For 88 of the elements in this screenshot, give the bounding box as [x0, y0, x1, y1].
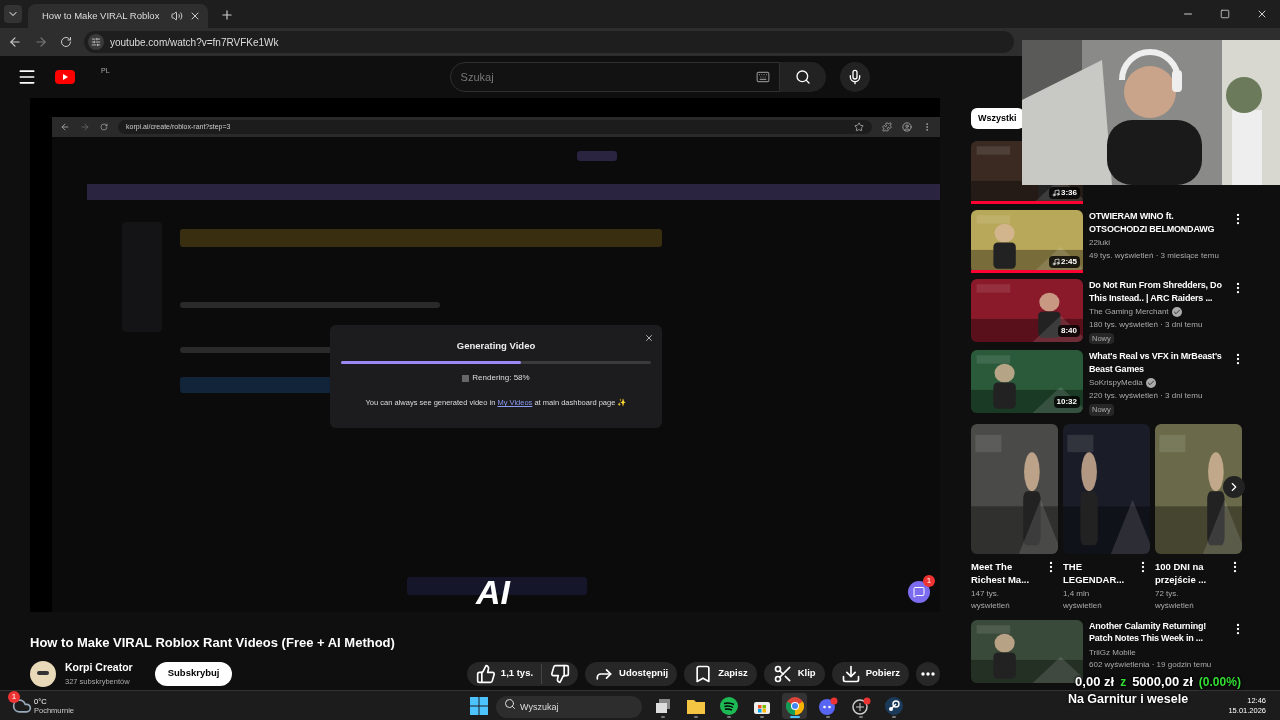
chat-button[interactable]	[908, 581, 930, 603]
donation-percent: (0.00%)	[1198, 675, 1241, 690]
channel-name[interactable]: Korpi Creator	[65, 660, 133, 676]
inner-back-icon	[60, 122, 70, 132]
windows-start-icon[interactable]	[470, 696, 489, 715]
address-bar[interactable]: youtube.com/watch?v=fn7RVFKe1Wk	[84, 31, 1014, 53]
video-title[interactable]: Another Calamity Returning! Patch Notes This Week in ...	[1089, 619, 1225, 645]
filter-chip[interactable]: Wszystki	[971, 108, 1024, 129]
donation-label: Na Garnitur i wesele	[1067, 691, 1189, 708]
short-views: 147 tys. wyświetleń	[971, 587, 1011, 612]
donation-goal: 5000,00 zł	[1132, 674, 1193, 689]
channel-name[interactable]: TriiGz Mobile	[1089, 646, 1225, 659]
caption-text: AI	[476, 572, 510, 613]
inner-star-icon	[854, 122, 864, 132]
new-tab-icon[interactable]	[220, 8, 234, 22]
search-icon	[794, 69, 811, 85]
channel-name[interactable]: The Gaming Merchant	[1089, 306, 1169, 318]
inner-forward-icon	[80, 122, 90, 132]
voice-search-button[interactable]	[839, 62, 870, 92]
discord-icon	[817, 696, 838, 715]
taskbar-app-button[interactable]	[782, 692, 808, 719]
video-title[interactable]: What's Real vs VFX in MrBeast's Beast Games	[1089, 350, 1225, 376]
donation-current: 0,00 zł	[1075, 674, 1115, 689]
thumbs-down-icon	[550, 663, 571, 684]
short-views: 1,4 mln wyświetleń	[1063, 587, 1103, 612]
more-button[interactable]	[916, 661, 940, 686]
short-title[interactable]: 100 DNI na przejście ...	[1155, 559, 1228, 586]
subscribe-button[interactable]: Subskrybuj	[154, 661, 233, 686]
modal-title: Generating Video	[456, 339, 536, 353]
windows-stack-icon	[653, 696, 672, 715]
video-meta: 49 tys. wyświetleń · 3 miesiące temu	[1089, 250, 1219, 262]
maximize-icon[interactable]	[1220, 9, 1230, 19]
inner-profile-icon	[902, 122, 912, 132]
folder-icon	[686, 697, 705, 714]
steam-icon	[884, 696, 903, 715]
reload-icon[interactable]	[60, 36, 72, 48]
chrome-icon	[785, 696, 804, 715]
keyboard-icon[interactable]	[755, 70, 770, 84]
short-title[interactable]: THE LEGENDAR...	[1063, 559, 1136, 586]
video-title[interactable]: Do Not Run From Shredders, Do This Instead.. | ARC Raiders ...	[1089, 279, 1225, 304]
short-views: 72 tys. wyświetleń	[1155, 587, 1195, 612]
search-button[interactable]	[779, 62, 826, 92]
duration-badge: 2:45	[1049, 256, 1080, 268]
back-icon[interactable]	[8, 35, 22, 49]
close-icon[interactable]	[644, 333, 654, 343]
video-meta: 180 tys. wyświetleń · 3 dni temu	[1089, 319, 1203, 331]
weather-badge: 1	[8, 690, 20, 703]
donation-separator: z	[1120, 675, 1127, 690]
channel-name[interactable]: SoKrispyMedia	[1089, 377, 1143, 390]
video-meta: 602 wyświetlenia · 19 godzin temu	[1089, 658, 1213, 671]
thumbs-up-icon	[475, 663, 496, 684]
inner-extensions-icon	[882, 122, 892, 132]
duration-badge: 10:32	[1053, 396, 1080, 409]
scissors-icon	[772, 663, 793, 684]
like-button[interactable]: 1,1 tys.	[466, 663, 543, 684]
speaker-icon	[171, 10, 184, 22]
more-icon	[921, 671, 935, 676]
clip-button[interactable]: Klip	[763, 661, 825, 686]
tab-title: How to Make VIRAL Roblox	[42, 8, 160, 23]
channel-avatar[interactable]	[30, 660, 56, 687]
share-button[interactable]: Udostępnij	[585, 661, 678, 686]
chat-icon	[913, 586, 925, 598]
video-title[interactable]: OTWIERAM WINO ft. OTSOCHODZI BELMONDAWG	[1089, 210, 1225, 235]
inner-reload-icon	[100, 123, 108, 131]
save-button[interactable]: Zapisz	[684, 661, 757, 686]
video-meta: 220 tys. wyświetleń · 3 dni temu	[1089, 390, 1203, 403]
search-field[interactable]: Szukaj	[449, 62, 780, 92]
spotify-icon	[719, 696, 738, 715]
search-icon	[504, 698, 517, 710]
tab-list-button[interactable]	[4, 5, 22, 23]
download-button[interactable]: Pobierz	[831, 661, 909, 686]
duration-badge: 3:36	[1049, 187, 1080, 199]
notification-badge: 1	[923, 575, 935, 587]
video-title: How to Make VIRAL Roblox Rant Videos (Free + AI Method)	[30, 635, 396, 651]
taskbar-search-field[interactable]: Wyszukaj	[496, 696, 643, 718]
menu-icon[interactable]	[17, 67, 37, 87]
short-title[interactable]: Meet The Richest Ma...	[971, 559, 1044, 586]
youtube-logo[interactable]	[55, 70, 75, 84]
film-icon	[462, 374, 470, 382]
browser-tab[interactable]: How to Make VIRAL Roblox	[28, 4, 208, 28]
forward-icon[interactable]	[34, 35, 48, 49]
url-text: youtube.com/watch?v=fn7RVFKe1Wk	[110, 35, 279, 50]
channel-name[interactable]: 22luki	[1089, 237, 1110, 249]
close-window-icon[interactable]	[1256, 8, 1268, 20]
site-settings-icon[interactable]	[88, 34, 104, 50]
game-icon	[850, 696, 871, 715]
download-icon	[840, 663, 861, 684]
rendering-status: Rendering: 58%	[472, 372, 530, 385]
